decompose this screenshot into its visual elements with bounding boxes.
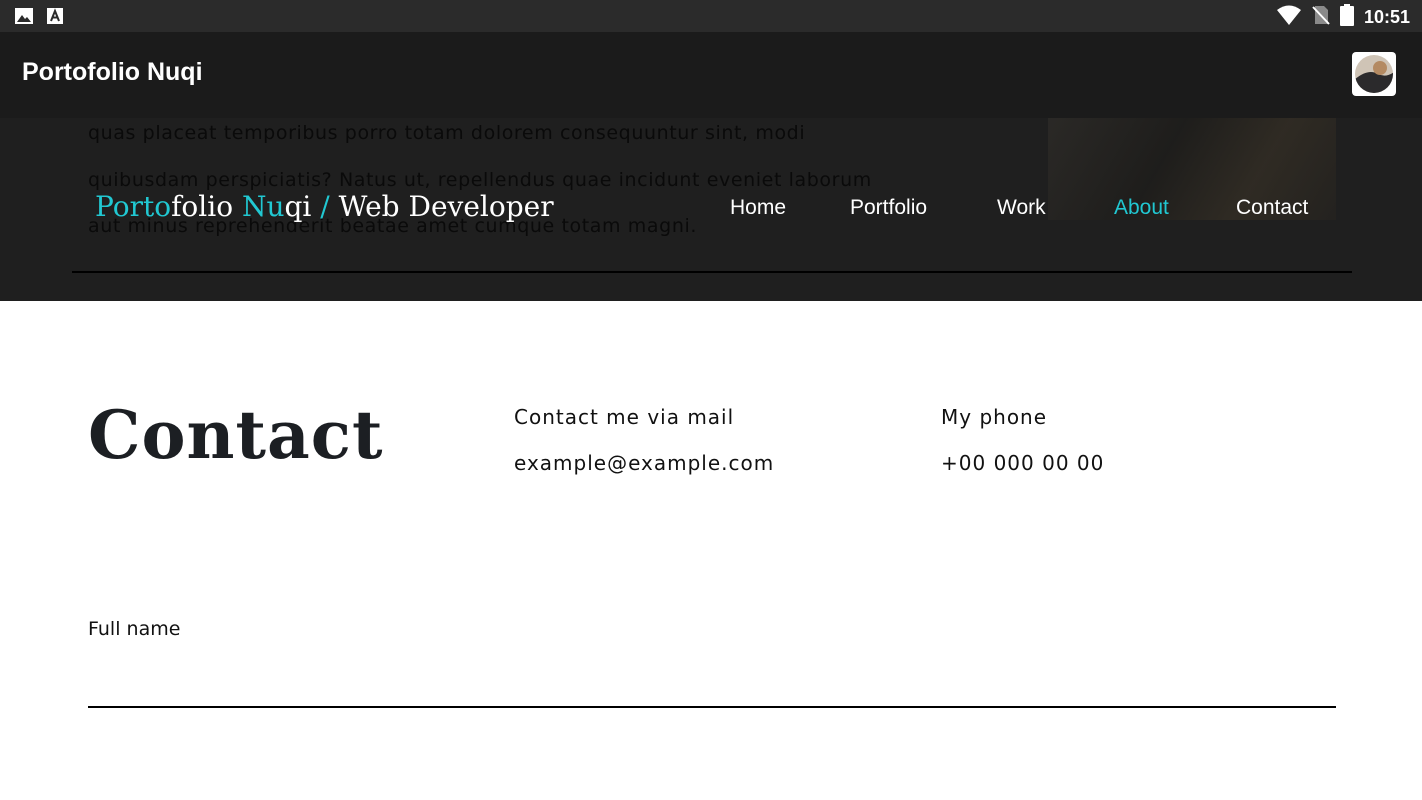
status-time: 10:51 <box>1363 6 1410 27</box>
background-text-line: quibusdam perspiciatis? Natus ut, repell… <box>88 169 872 191</box>
app-bar: Portofolio Nuqi <box>0 32 1422 118</box>
avatar[interactable] <box>1352 52 1396 96</box>
image-icon <box>14 6 34 30</box>
header-divider <box>72 271 1352 273</box>
no-sim-icon <box>1312 4 1330 30</box>
status-right-icons: 10:51 <box>1276 4 1410 30</box>
background-text-line: quas placeat temporibus porro totam dolo… <box>88 122 806 144</box>
nav-work[interactable]: Work <box>997 196 1046 220</box>
phone-value[interactable]: +00 000 00 00 <box>941 451 1104 475</box>
nav-contact[interactable]: Contact <box>1236 196 1308 220</box>
avatar-image <box>1355 55 1393 93</box>
status-bar: 10:51 <box>0 0 1422 32</box>
nav-about[interactable]: About <box>1114 196 1169 220</box>
site-header: quas placeat temporibus porro totam dolo… <box>0 118 1422 301</box>
wifi-icon <box>1276 4 1302 30</box>
battery-icon <box>1339 4 1354 30</box>
full-name-label: Full name <box>88 618 181 640</box>
contact-title: Contact <box>88 396 384 474</box>
phone-label: My phone <box>941 405 1048 429</box>
full-name-input[interactable] <box>88 650 1336 708</box>
font-icon <box>46 6 64 30</box>
main-nav: Home Portfolio Work About Contact <box>0 196 1422 226</box>
app-title: Portofolio Nuqi <box>22 58 203 86</box>
mail-value[interactable]: example@example.com <box>514 451 774 475</box>
nav-portfolio[interactable]: Portfolio <box>850 196 927 220</box>
status-left-icons <box>14 6 64 30</box>
nav-home[interactable]: Home <box>730 196 786 220</box>
mail-label: Contact me via mail <box>514 405 735 429</box>
